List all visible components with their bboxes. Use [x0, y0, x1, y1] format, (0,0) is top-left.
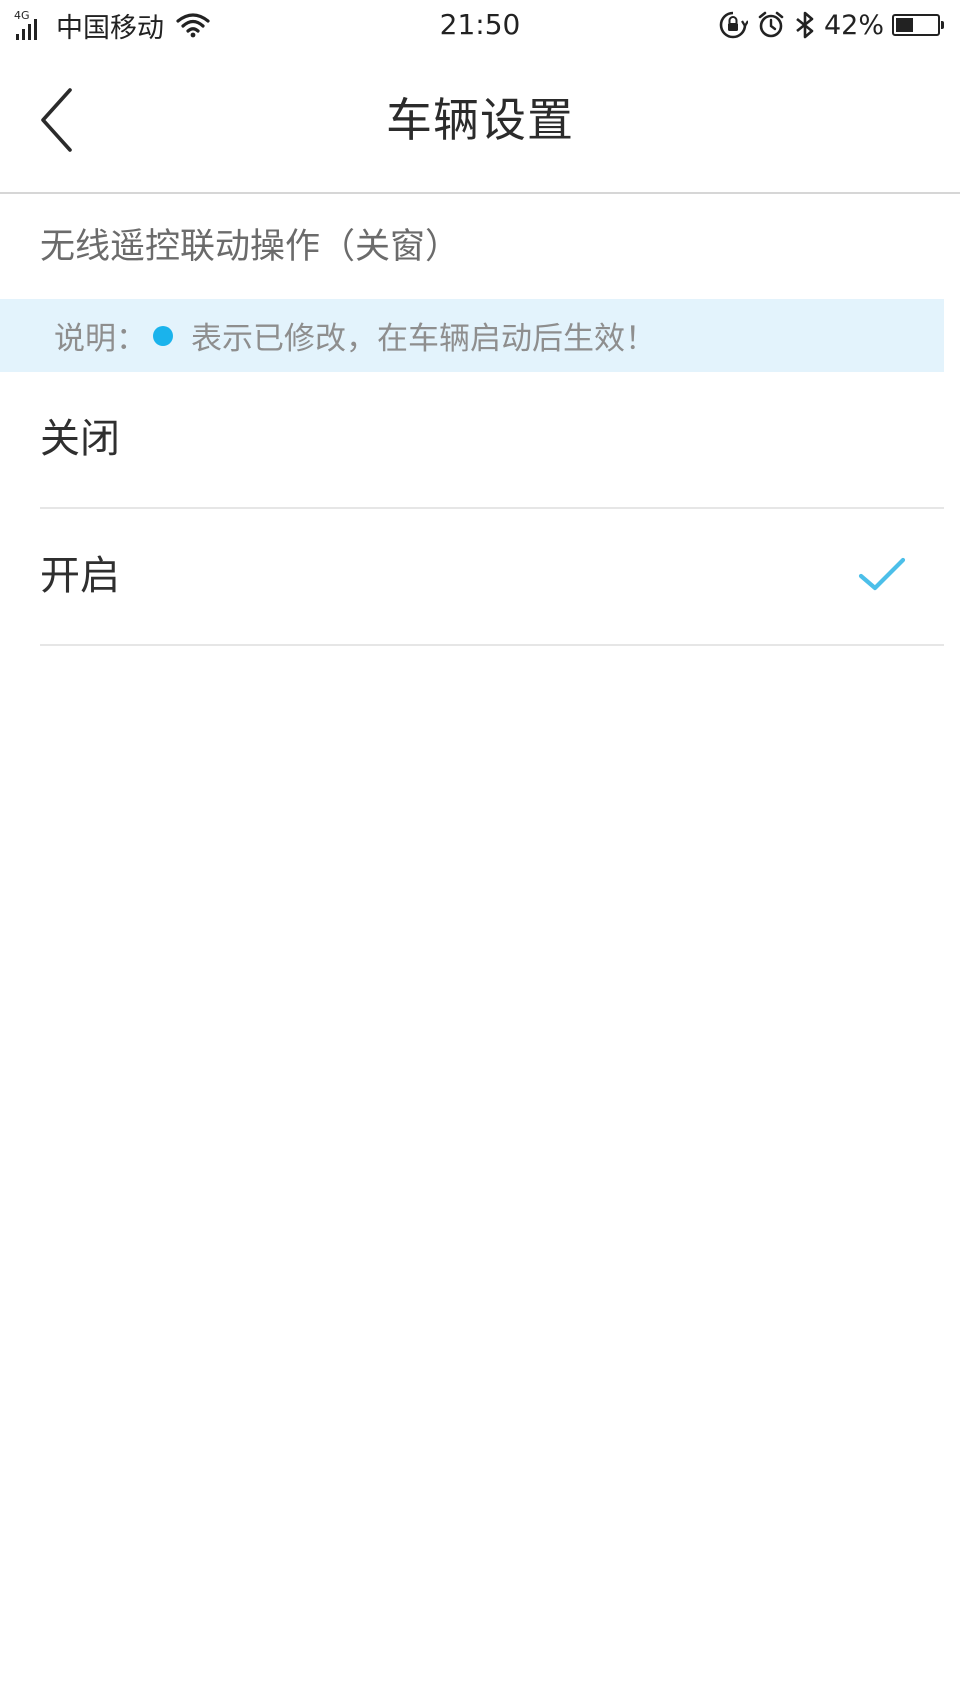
notice-label: 说明： [54, 321, 147, 357]
option-label: 开启 [40, 553, 120, 599]
option-on[interactable]: 开启 [40, 509, 944, 646]
modified-indicator-dot [153, 325, 173, 346]
battery-icon [892, 14, 944, 36]
rotation-lock-icon [719, 11, 748, 39]
section-title: 无线遥控联动操作（关窗） [40, 227, 461, 267]
option-list: 关闭 开启 [40, 372, 944, 646]
battery-level-fill [896, 18, 913, 32]
page-title: 车辆设置 [386, 93, 574, 147]
status-right-group: 42% [718, 6, 946, 44]
alarm-icon [758, 11, 784, 38]
status-bar: 4G 中国移动 21:50 42% [0, 0, 960, 50]
notice-banner: 说明： 表示已修改，在车辆启动后生效！ [0, 299, 944, 372]
option-label: 关闭 [40, 416, 120, 462]
nav-bar: 车辆设置 [0, 50, 960, 194]
check-icon [858, 557, 906, 591]
battery-percent: 42% [823, 9, 884, 41]
option-off[interactable]: 关闭 [40, 372, 944, 509]
bluetooth-icon [796, 11, 814, 39]
notice-text: 表示已修改，在车辆启动后生效！ [191, 321, 656, 357]
